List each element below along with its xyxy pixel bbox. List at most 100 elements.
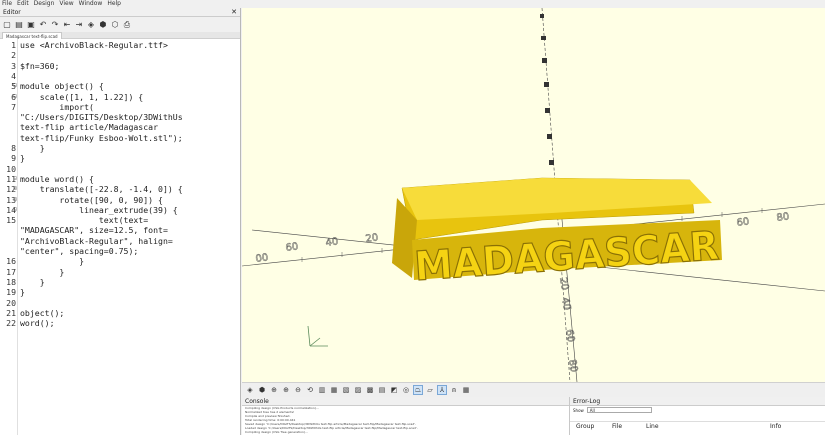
code-text: "ArchivoBlack-Regular", halign= — [20, 235, 173, 246]
zoom-in-icon[interactable]: ⊕ — [281, 385, 291, 395]
code-text: rotate([90, 0, 90]) { — [20, 194, 163, 205]
perspective-icon[interactable]: ⏢ — [413, 385, 423, 395]
console-title: Console — [245, 398, 269, 405]
view-bottom-icon[interactable]: ▧ — [341, 385, 351, 395]
fold-marker-icon[interactable]: ⊟ — [12, 81, 18, 91]
menu-item-edit[interactable]: Edit — [17, 0, 29, 8]
view-front-icon[interactable]: ▩ — [365, 385, 375, 395]
export-stl-icon[interactable]: ⬡ — [110, 20, 120, 30]
close-icon[interactable]: ✕ — [231, 8, 237, 16]
code-text: $fn=360; — [20, 60, 60, 71]
axis-label: 00 — [255, 252, 269, 265]
view-center-icon[interactable]: ◎ — [401, 385, 411, 395]
error-log-header: Group File Line Info — [570, 421, 825, 431]
view-top-icon[interactable]: ▦ — [329, 385, 339, 395]
unindent-icon[interactable]: ⇤ — [62, 20, 72, 30]
send-to-print-icon[interactable]: ⎙ — [122, 20, 132, 30]
axis-label: 20 — [557, 277, 570, 291]
column-header[interactable]: Group — [576, 423, 594, 430]
code-text: } — [20, 256, 85, 267]
line-number: 4 — [11, 70, 16, 81]
code-line: text-flip/Funky Esboo-Wolt.stl"); — [0, 133, 240, 143]
code-line: 4 — [0, 71, 240, 81]
code-line: 22 word(); — [0, 318, 240, 328]
code-line: 14 ⊟ linear_extrude(39) { — [0, 205, 240, 215]
code-text: translate([-22.8, -1.4, 0]) { — [20, 184, 183, 195]
viewport-canvas[interactable]: MADAGASCAR 00 60 40 20 60 80 20 40 60 80 — [242, 8, 825, 382]
preview-icon[interactable]: ◈ — [245, 385, 255, 395]
code-text: module word() { — [20, 173, 94, 184]
code-text: word(); — [20, 318, 55, 329]
menu-item-view[interactable]: View — [59, 0, 73, 8]
column-header[interactable]: Line — [646, 423, 659, 430]
vertical-scale — [540, 14, 554, 165]
zoom-out-icon[interactable]: ⊖ — [293, 385, 303, 395]
code-text: import( — [20, 101, 94, 112]
code-line: "center", spacing=0.75); — [0, 246, 240, 256]
editor-tab-bar: Madagascar text-flip.scad — [0, 32, 240, 40]
menu-item-window[interactable]: Window — [79, 0, 103, 8]
show-edges-icon[interactable]: ▦ — [461, 385, 471, 395]
3d-viewport[interactable]: MADAGASCAR 00 60 40 20 60 80 20 40 60 80 — [242, 8, 825, 382]
view-right-icon[interactable]: ▥ — [317, 385, 327, 395]
orthogonal-icon[interactable]: ▱ — [425, 385, 435, 395]
axis-label: 60 — [563, 329, 576, 343]
line-number: 2 — [11, 50, 16, 61]
axis-label: 20 — [365, 232, 379, 245]
menu-item-help[interactable]: Help — [107, 0, 121, 8]
view-diagonal-icon[interactable]: ◩ — [389, 385, 399, 395]
new-file-icon[interactable]: ▢ — [2, 20, 12, 30]
render-icon[interactable]: ⬢ — [98, 20, 108, 30]
show-label: Show — [573, 407, 584, 413]
fold-marker-icon[interactable]: ⊟ — [12, 184, 18, 194]
view-left-icon[interactable]: ▨ — [353, 385, 363, 395]
code-text: "center", spacing=0.75); — [20, 246, 139, 256]
console-output: Compiling design (CSG Products normaliza… — [242, 406, 569, 434]
code-line: 13 ⊟ rotate([90, 0, 90]) { — [0, 195, 240, 205]
code-line: text-flip article/Madagascar — [0, 122, 240, 132]
line-number: 9 — [11, 153, 16, 164]
error-log-title-bar: Error-Log — [570, 397, 825, 406]
code-text: text(text= — [20, 215, 149, 226]
render-icon[interactable]: ⬢ — [257, 385, 267, 395]
editor-toolbar: ▢ ▤ ▣ ↶ ↷ ⇤ ⇥ ◈ ⬢ ⬡ ⎙ — [0, 17, 240, 32]
error-filter: Show All — [570, 406, 825, 414]
line-number: 20 — [6, 297, 16, 308]
fold-marker-icon[interactable]: ⊟ — [12, 174, 18, 184]
view-back-icon[interactable]: ▤ — [377, 385, 387, 395]
show-select[interactable]: All — [586, 407, 652, 413]
line-number: 18 — [6, 276, 16, 287]
reset-view-icon[interactable]: ⟲ — [305, 385, 315, 395]
code-line: "ArchivoBlack-Regular", halign= — [0, 236, 240, 246]
show-scale-icon[interactable]: ⍝ — [449, 385, 459, 395]
code-text: use <ArchivoBlack-Regular.ttf> — [20, 40, 168, 50]
fold-marker-icon[interactable]: ⊟ — [12, 92, 18, 102]
line-number: 21 — [6, 307, 16, 318]
fold-marker-icon[interactable]: ⊟ — [12, 205, 18, 215]
zoom-all-icon[interactable]: ⊕ — [269, 385, 279, 395]
show-axes-icon[interactable]: ⅄ — [437, 385, 447, 395]
code-text: object(); — [20, 307, 65, 318]
axis-gizmo — [307, 325, 328, 347]
code-text: } — [20, 266, 65, 277]
line-number: 10 — [6, 163, 16, 174]
menu-item-design[interactable]: Design — [34, 0, 55, 8]
code-editor[interactable]: 1 use <ArchivoBlack-Regular.ttf> 2 3 $fn=360… — [0, 39, 240, 435]
indent-icon[interactable]: ⇥ — [74, 20, 84, 30]
column-header[interactable]: File — [612, 423, 622, 430]
fold-marker-icon[interactable]: ⊟ — [12, 195, 18, 205]
code-text: } — [20, 153, 25, 164]
console-panel: Console Compiling design (CSG Products n… — [242, 397, 570, 435]
save-icon[interactable]: ▣ — [26, 20, 36, 30]
redo-icon[interactable]: ↷ — [50, 20, 60, 30]
code-line: 8 } — [0, 143, 240, 153]
menu-item-file[interactable]: File — [2, 0, 12, 8]
console-title-bar: Console — [242, 397, 569, 406]
axis-label: 60 — [285, 241, 299, 254]
code-line: 1 use <ArchivoBlack-Regular.ttf> — [0, 40, 240, 50]
preview-icon[interactable]: ◈ — [86, 20, 96, 30]
undo-icon[interactable]: ↶ — [38, 20, 48, 30]
column-header[interactable]: Info — [770, 423, 781, 430]
line-number: 17 — [6, 266, 16, 277]
open-file-icon[interactable]: ▤ — [14, 20, 24, 30]
